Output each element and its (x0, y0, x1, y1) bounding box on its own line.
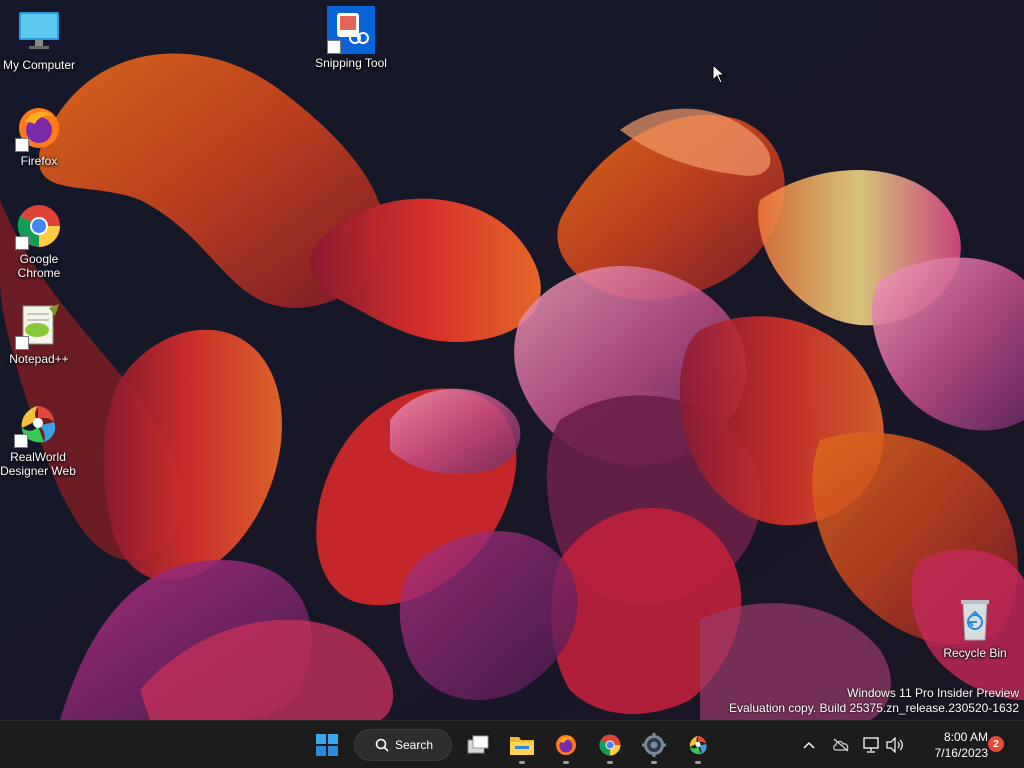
recycle-bin-icon (951, 596, 999, 644)
shortcut-arrow-icon (327, 40, 341, 54)
taskbar-settings[interactable] (634, 725, 674, 765)
desktop-icon-recycle-bin[interactable]: Recycle Bin (937, 596, 1013, 660)
desktop-icon-google-chrome[interactable]: Google Chrome (1, 202, 77, 280)
desktop-icon-label: My Computer (2, 58, 76, 72)
file-explorer-icon (510, 737, 534, 755)
desktop-icon-notepad-plus-plus[interactable]: Notepad++ (1, 302, 77, 366)
notepad-plus-plus-icon (15, 302, 63, 350)
task-view-button[interactable] (458, 725, 498, 765)
desktop-icon-my-computer[interactable]: My Computer (1, 8, 77, 72)
watermark-line-2: Evaluation copy. Build 25375.zn_release.… (729, 701, 1019, 715)
search-icon (375, 738, 389, 752)
running-indicator (607, 761, 613, 764)
taskbar-firefox[interactable] (546, 725, 586, 765)
shortcut-arrow-icon (15, 236, 29, 250)
start-button[interactable] (307, 725, 347, 765)
desktop-icon-label: Notepad++ (9, 352, 69, 366)
shortcut-arrow-icon (15, 336, 29, 350)
network-icon (863, 737, 879, 753)
notification-badge[interactable]: 2 (988, 736, 1004, 752)
running-indicator (519, 761, 525, 764)
desktop-wallpaper (0, 0, 1024, 720)
desktop-icon-label: Firefox (20, 154, 58, 168)
taskbar: Search 8:00 AM 7/16/2023 (0, 720, 1024, 768)
shortcut-arrow-icon (14, 434, 28, 448)
settings-icon (642, 733, 666, 757)
desktop-icon-firefox[interactable]: Firefox (1, 104, 77, 168)
snipping-tool-icon (327, 6, 375, 54)
realworld-designer-icon (14, 400, 62, 448)
clock-button[interactable]: 8:00 AM 7/16/2023 (912, 729, 988, 761)
mouse-cursor-icon (712, 64, 726, 84)
desktop-icon-label: Recycle Bin (943, 646, 1007, 660)
firefox-icon (556, 735, 576, 755)
desktop-icon-label: Google Chrome (17, 252, 61, 280)
onedrive-tray-button[interactable] (831, 735, 851, 755)
taskbar-file-explorer[interactable] (502, 725, 542, 765)
clock-time: 8:00 AM (943, 730, 988, 744)
search-label: Search (395, 738, 434, 752)
desktop-icon-label: RealWorld Designer Web (0, 450, 76, 478)
desktop-icon-label: Snipping Tool (315, 56, 387, 70)
taskbar-realworld[interactable] (678, 725, 718, 765)
chrome-icon (15, 202, 63, 250)
running-indicator (563, 761, 569, 764)
clock-date: 7/16/2023 (934, 746, 988, 760)
start-icon (316, 734, 338, 756)
speaker-icon (886, 737, 903, 753)
cloud-offline-icon (833, 738, 849, 752)
chrome-icon (599, 734, 621, 756)
watermark-line-1: Windows 11 Pro Insider Preview (847, 686, 1019, 700)
desktop-icon-realworld-designer-web[interactable]: RealWorld Designer Web (0, 400, 76, 478)
monitor-icon (15, 8, 63, 56)
task-view-icon (467, 735, 489, 754)
desktop-icon-snipping-tool[interactable]: Snipping Tool (313, 6, 389, 70)
chevron-up-icon (803, 741, 815, 749)
network-tray-button[interactable] (862, 735, 882, 755)
volume-tray-button[interactable] (885, 735, 905, 755)
running-indicator (651, 761, 657, 764)
taskbar-search-button[interactable]: Search (354, 729, 452, 761)
taskbar-chrome[interactable] (590, 725, 630, 765)
shortcut-arrow-icon (15, 138, 29, 152)
firefox-icon (15, 104, 63, 152)
show-hidden-icons-button[interactable] (799, 735, 819, 755)
evaluation-watermark: Windows 11 Pro Insider Preview Evaluatio… (729, 686, 1019, 716)
running-indicator (695, 761, 701, 764)
realworld-icon (689, 736, 707, 755)
